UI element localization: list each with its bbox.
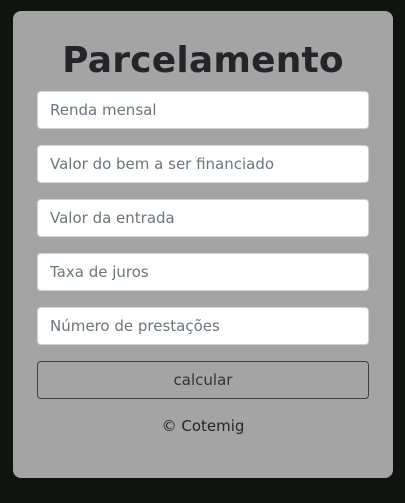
footer-copyright: © Cotemig — [161, 417, 245, 435]
taxa-juros-input[interactable] — [37, 253, 369, 291]
renda-mensal-input[interactable] — [37, 91, 369, 129]
numero-prestacoes-input[interactable] — [37, 307, 369, 345]
valor-entrada-input[interactable] — [37, 199, 369, 237]
page-title: Parcelamento — [62, 40, 344, 81]
parcelamento-card: Parcelamento calcular © Cotemig — [13, 11, 393, 478]
calcular-button[interactable]: calcular — [37, 361, 369, 399]
valor-bem-input[interactable] — [37, 145, 369, 183]
